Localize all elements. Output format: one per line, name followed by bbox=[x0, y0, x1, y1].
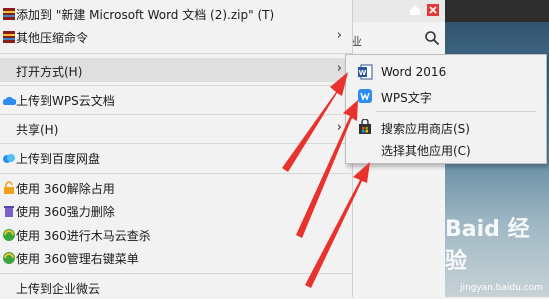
annotation-arrows bbox=[282, 72, 370, 288]
annotation-arrow bbox=[305, 162, 370, 288]
annotation-arrow bbox=[282, 72, 348, 172]
annotation-arrow bbox=[296, 100, 358, 238]
